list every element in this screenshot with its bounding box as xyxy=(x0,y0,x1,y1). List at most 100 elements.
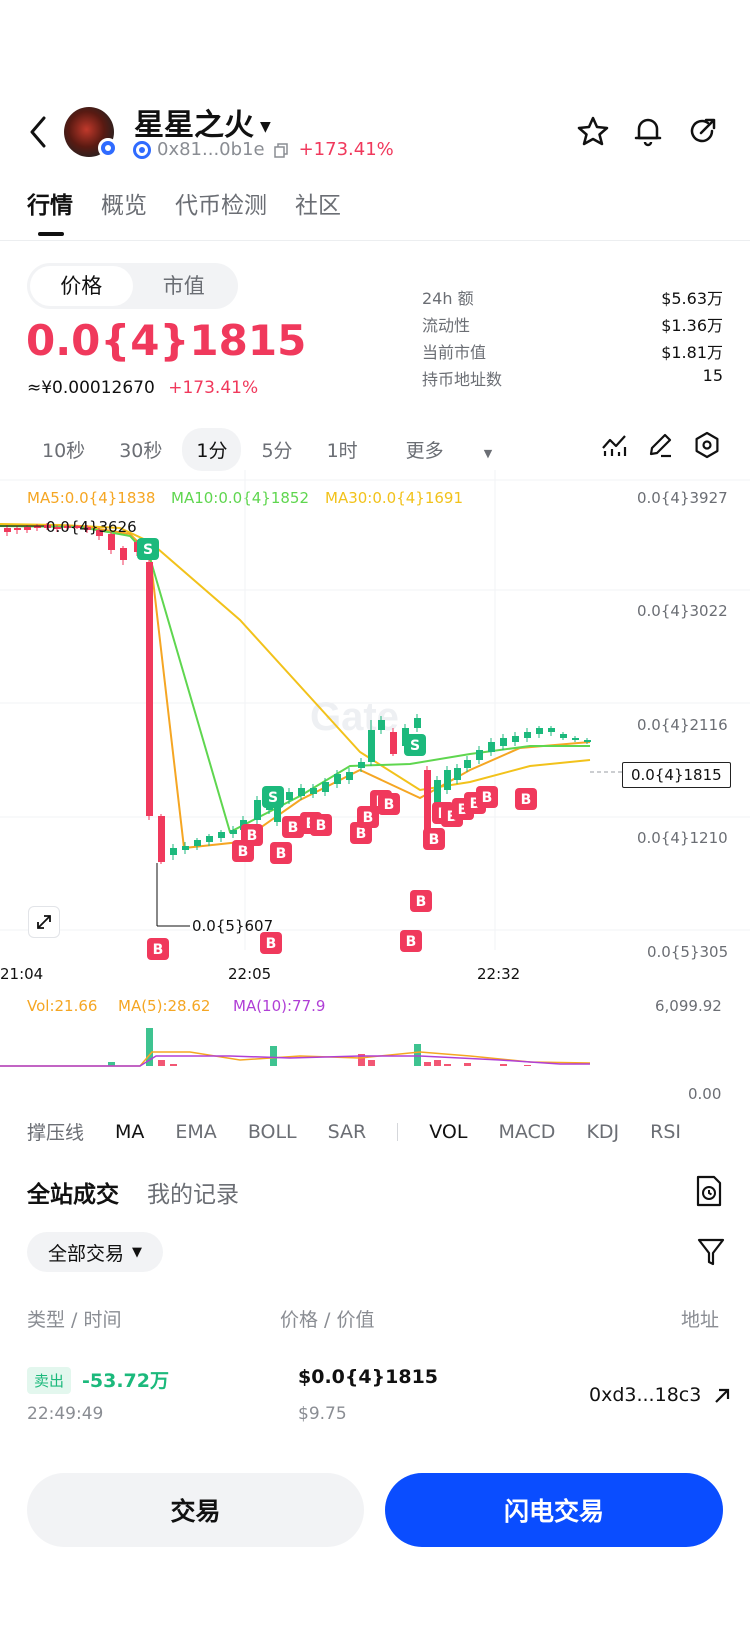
interval-1m[interactable]: 1分 xyxy=(182,428,242,471)
volume-bar xyxy=(368,1060,375,1066)
stats-panel: 24h 额 $5.63万 流动性 $1.36万 当前市值 $1.81万 持币地址数 15 xyxy=(422,285,723,393)
segment-price[interactable]: 价格 xyxy=(30,266,133,306)
stat-label: 当前市值 xyxy=(422,343,487,362)
caret-down-icon: ▼ xyxy=(483,447,493,460)
interval-more[interactable]: 更多 ▼ xyxy=(378,428,527,471)
candle-body xyxy=(218,832,225,838)
stat-row: 持币地址数 15 xyxy=(422,366,723,393)
segment-market-cap[interactable]: 市值 xyxy=(133,266,236,306)
volume-bar xyxy=(170,1064,177,1066)
stat-label: 24h 额 xyxy=(422,289,474,308)
price-change: +173.41% xyxy=(168,378,259,398)
chain-badge-icon xyxy=(98,138,118,158)
stat-value: $1.36万 xyxy=(661,316,723,335)
indicator-boll[interactable]: BOLL xyxy=(248,1121,297,1143)
candle-body xyxy=(390,732,397,754)
stat-label: 持币地址数 xyxy=(422,370,503,389)
buy-marker-letter: B xyxy=(416,894,427,910)
vol-legend: Vol:21.66 xyxy=(27,997,98,1015)
tab-community[interactable]: 社区 xyxy=(295,186,341,220)
sell-marker-letter: S xyxy=(143,542,153,558)
expand-chart-button[interactable] xyxy=(28,906,60,938)
bell-icon[interactable] xyxy=(631,114,665,148)
filter-funnel-icon[interactable] xyxy=(696,1236,726,1268)
indicator-rsi[interactable]: RSI xyxy=(650,1121,681,1143)
indicator-kdj[interactable]: KDJ xyxy=(586,1121,619,1143)
tab-token-check[interactable]: 代币检测 xyxy=(175,186,267,220)
buy-marker-letter: B xyxy=(384,797,395,813)
trade-time: 22:49:49 xyxy=(27,1404,104,1424)
col-price-value: 价格 / 价值 xyxy=(280,1309,375,1331)
tab-my-records[interactable]: 我的记录 xyxy=(147,1175,239,1209)
buy-marker-letter: B xyxy=(521,792,532,808)
volume-bars xyxy=(0,1028,591,1067)
candle-body xyxy=(108,534,115,550)
indicator-macd[interactable]: MACD xyxy=(498,1121,555,1143)
current-price-tag: 0.0{4}1815 xyxy=(622,762,731,788)
caret-down-icon: ▼ xyxy=(132,1244,142,1260)
candle-body xyxy=(368,730,375,762)
copy-icon[interactable] xyxy=(273,142,289,158)
ma10-line xyxy=(0,525,590,834)
indicator-sar[interactable]: SAR xyxy=(328,1121,367,1143)
candles xyxy=(4,523,591,864)
buy-marker-letter: B xyxy=(406,934,417,950)
back-arrow-icon[interactable] xyxy=(24,112,54,152)
candle-body xyxy=(524,732,531,738)
stat-label: 流动性 xyxy=(422,316,471,335)
tab-market[interactable]: 行情 xyxy=(27,186,73,220)
candle-body xyxy=(170,848,177,855)
indicator-tabs: 撑压线 MA EMA BOLL SAR VOL MACD KDJ RSI xyxy=(27,1118,712,1145)
interval-10s[interactable]: 10秒 xyxy=(28,428,99,471)
trade-markers: SSSBBBBBBBBBBBBBBBBBBBBB xyxy=(137,538,537,960)
star-icon[interactable] xyxy=(576,114,610,148)
indicator-ema[interactable]: EMA xyxy=(175,1121,216,1143)
indicator-ma[interactable]: MA xyxy=(115,1121,144,1143)
candle-body xyxy=(488,742,495,752)
volume-bar xyxy=(414,1044,421,1066)
interval-1h[interactable]: 1时 xyxy=(313,428,372,471)
candle-body xyxy=(560,734,567,738)
stat-value: $5.63万 xyxy=(661,289,723,308)
tab-overview[interactable]: 概览 xyxy=(101,186,147,220)
sell-marker-letter: S xyxy=(268,790,278,806)
indicator-divider xyxy=(397,1122,399,1141)
trade-button[interactable]: 交易 xyxy=(27,1473,364,1547)
current-price: 0.0{4}1815 xyxy=(26,316,307,365)
candle-body xyxy=(572,738,579,740)
tab-all-trades[interactable]: 全站成交 xyxy=(27,1175,119,1209)
share-icon[interactable] xyxy=(686,114,720,148)
trade-address-link[interactable]: 0xd3...18c3 xyxy=(589,1384,731,1406)
flash-trade-button[interactable]: 闪电交易 xyxy=(385,1473,723,1547)
candle-body xyxy=(500,738,507,746)
indicator-support-resistance[interactable]: 撑压线 xyxy=(27,1118,84,1145)
candle-body xyxy=(358,762,365,768)
stat-row: 流动性 $1.36万 xyxy=(422,312,723,339)
cny-price-row: ≈¥0.00012670 +173.41% xyxy=(27,378,258,398)
candle-body xyxy=(310,788,317,794)
draw-pen-icon[interactable] xyxy=(645,430,675,460)
settings-hex-icon[interactable] xyxy=(692,430,722,460)
trade-tabs: 全站成交 我的记录 xyxy=(27,1175,267,1209)
stat-row: 24h 额 $5.63万 xyxy=(422,285,723,312)
price-mcap-toggle: 价格 市值 xyxy=(27,263,238,309)
x-axis-label: 22:32 xyxy=(477,965,521,983)
candle-body xyxy=(548,728,555,732)
main-tabs: 行情 概览 代币检测 社区 xyxy=(27,186,369,220)
candle-body xyxy=(230,830,237,834)
candle-body xyxy=(24,527,31,530)
indicator-vol[interactable]: VOL xyxy=(429,1121,467,1143)
history-doc-icon[interactable] xyxy=(694,1174,724,1208)
candle-body xyxy=(298,788,305,796)
trade-filter-dropdown[interactable]: 全部交易 ▼ xyxy=(27,1232,163,1272)
volume-bar xyxy=(158,1060,165,1066)
candle-body xyxy=(146,562,153,816)
indicator-icon[interactable] xyxy=(599,430,629,460)
token-name-dropdown[interactable]: 星星之火 ▼ xyxy=(134,100,271,144)
tabs-divider xyxy=(0,240,750,241)
caret-down-icon: ▼ xyxy=(260,118,271,135)
interval-5m[interactable]: 5分 xyxy=(247,428,306,471)
interval-30s[interactable]: 30秒 xyxy=(105,428,176,471)
trade-price: $0.0{4}1815 xyxy=(298,1366,439,1388)
token-address: 0x81...0b1e xyxy=(157,139,265,160)
